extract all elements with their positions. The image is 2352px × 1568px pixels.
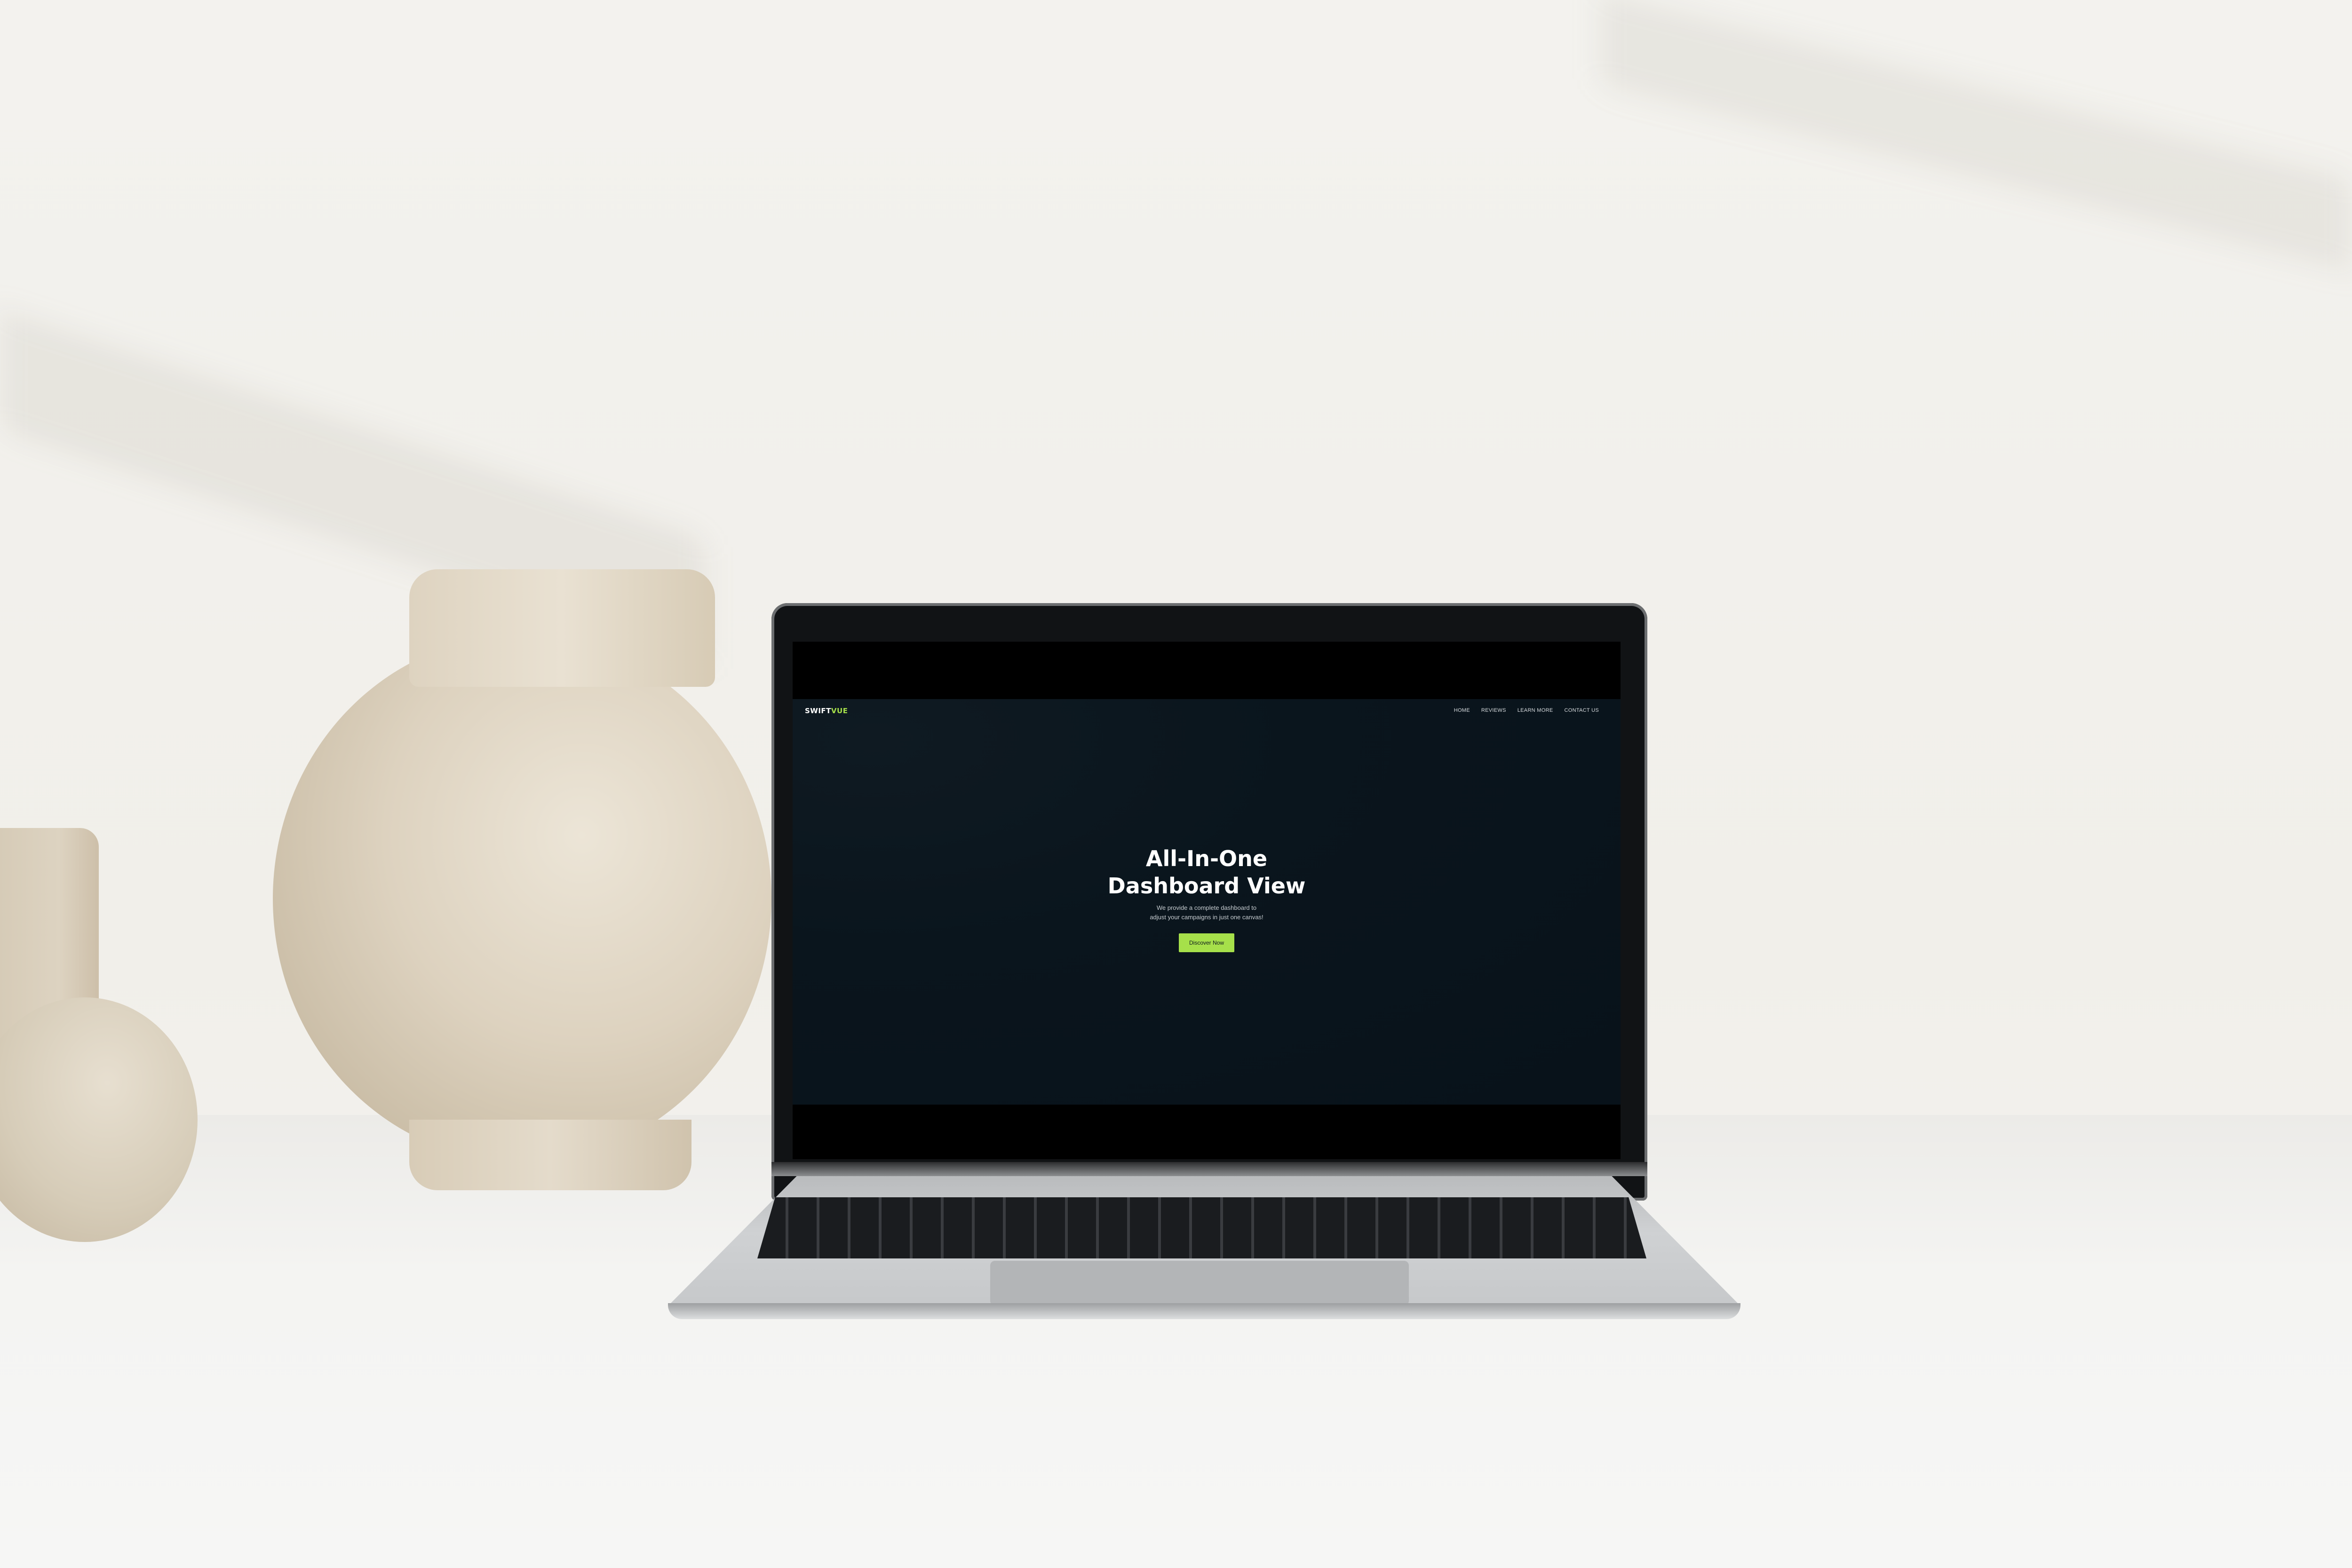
hero-title-line1: All-In-One: [1145, 846, 1268, 871]
site-nav: SWIFTVUE HOME REVIEWS LEARN MORE CONTACT…: [793, 699, 1621, 725]
large-vase-foot: [409, 1120, 691, 1190]
site-logo[interactable]: SWIFTVUE: [805, 707, 848, 715]
logo-text-part1: SWIFT: [805, 707, 831, 715]
nav-link-learn-more[interactable]: LEARN MORE: [1518, 708, 1553, 713]
nav-link-reviews[interactable]: REVIEWS: [1481, 708, 1506, 713]
hero-section: All-In-One Dashboard View We provide a c…: [793, 845, 1621, 952]
nav-menu: HOME REVIEWS LEARN MORE CONTACT US: [1454, 708, 1599, 713]
large-vase-body: [273, 635, 771, 1162]
website-screen: SWIFTVUE HOME REVIEWS LEARN MORE CONTACT…: [793, 699, 1621, 1105]
hero-subtitle-line1: We provide a complete dashboard to: [1156, 904, 1257, 911]
hero-title: All-In-One Dashboard View: [793, 845, 1621, 899]
nav-link-home[interactable]: HOME: [1454, 708, 1470, 713]
discover-now-button[interactable]: Discover Now: [1178, 933, 1234, 952]
wall-light-shadow: [1599, 0, 2352, 273]
laptop-trackpad: [990, 1261, 1409, 1305]
hero-title-line2: Dashboard View: [1107, 873, 1306, 899]
photo-scene: SWIFTVUE HOME REVIEWS LEARN MORE CONTACT…: [0, 0, 2352, 1568]
laptop-base-edge: [668, 1303, 1740, 1319]
hero-subtitle: We provide a complete dashboard to adjus…: [793, 903, 1621, 922]
laptop-keyboard: [757, 1197, 1646, 1258]
large-vase-neck: [409, 569, 715, 687]
laptop-hinge: [771, 1162, 1647, 1176]
nav-link-contact-us[interactable]: CONTACT US: [1565, 708, 1599, 713]
logo-text-part2: VUE: [831, 707, 848, 715]
hero-subtitle-line2: adjust your campaigns in just one canvas…: [1150, 914, 1263, 921]
